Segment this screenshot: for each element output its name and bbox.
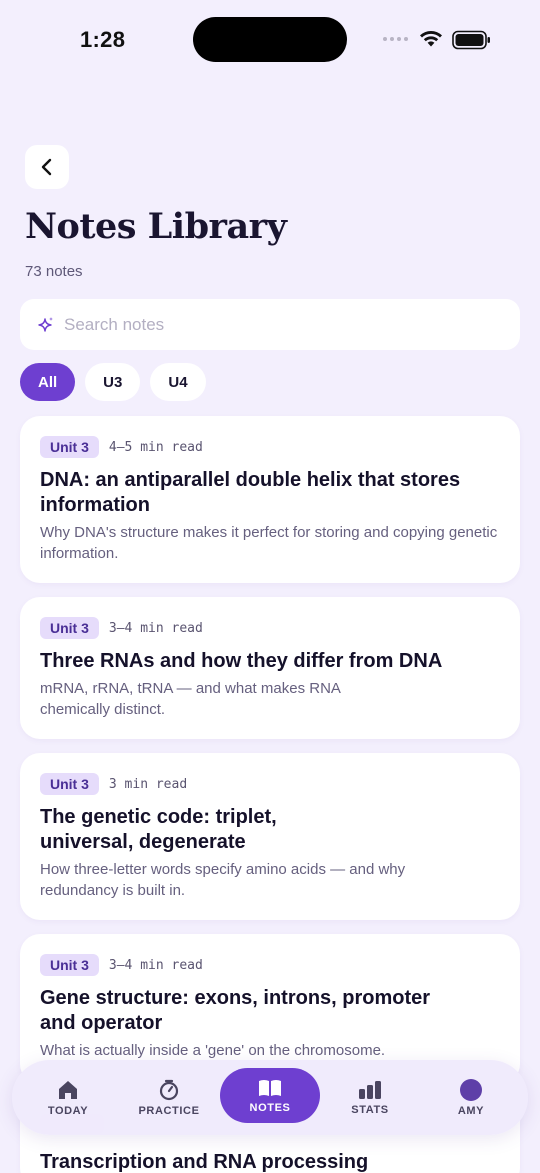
note-description: What is actually inside a 'gene' on the …: [40, 1042, 386, 1059]
battery-icon: [452, 30, 490, 50]
page-title: Notes Library: [25, 206, 287, 247]
filter-chips: All U3 U4: [20, 363, 206, 401]
tab-notes[interactable]: NOTES: [220, 1068, 320, 1123]
read-time: 3 min read: [108, 776, 188, 792]
read-time: 4–5 min read: [108, 439, 203, 455]
chevron-left-icon: [41, 158, 52, 176]
filter-chip-u4[interactable]: U4: [150, 363, 206, 401]
read-time: 3–4 min read: [108, 957, 203, 973]
note-title: Transcription and RNA processing: [40, 1151, 369, 1173]
note-title: Gene structure: exons, introns, promoter…: [40, 987, 431, 1034]
notes-count: 73 notes: [25, 263, 83, 280]
note-card[interactable]: Unit 3 4–5 min read DNA: an antiparallel…: [20, 416, 520, 583]
wifi-icon: [420, 30, 442, 47]
filter-chip-u3[interactable]: U3: [85, 363, 141, 401]
search-input[interactable]: [64, 314, 484, 335]
bar-chart-icon: [359, 1080, 381, 1099]
unit-badge: Unit 3: [40, 954, 99, 976]
dynamic-island: [193, 17, 347, 62]
unit-badge: Unit 3: [40, 773, 99, 795]
status-time: 1:28: [80, 27, 126, 52]
note-card[interactable]: Unit 3 3 min read The genetic code: trip…: [20, 753, 520, 920]
timer-icon: [159, 1079, 179, 1100]
note-title: Three RNAs and how they differ from DNA: [40, 650, 443, 672]
tab-label: TODAY: [47, 1104, 89, 1117]
sparkle-icon: [38, 316, 53, 332]
tab-label: NOTES: [249, 1101, 291, 1114]
note-title: DNA: an antiparallel double helix that s…: [40, 469, 461, 516]
unit-badge: Unit 3: [40, 617, 99, 639]
tab-practice[interactable]: PRACTICE: [130, 1060, 208, 1135]
book-icon: [259, 1079, 281, 1096]
note-card[interactable]: Unit 3 3–4 min read Three RNAs and how t…: [20, 597, 520, 739]
tab-label: STATS: [351, 1103, 389, 1116]
tab-today[interactable]: TODAY: [32, 1060, 104, 1135]
tab-bar: TODAY PRACTICE NOTES STATS AMY: [12, 1060, 528, 1135]
search-bar[interactable]: [20, 299, 520, 350]
note-description: Why DNA's structure makes it perfect for…: [40, 524, 498, 562]
tab-amy[interactable]: AMY: [436, 1060, 506, 1135]
note-description: How three-letter words specify amino aci…: [40, 861, 406, 899]
note-description: mRNA, rRNA, tRNA — and what makes RNA ch…: [40, 680, 341, 718]
signal-icon: [383, 37, 408, 41]
tab-label: AMY: [457, 1104, 485, 1117]
status-bar: 1:28: [0, 0, 540, 80]
avatar-icon: [460, 1078, 482, 1101]
home-icon: [59, 1080, 77, 1099]
tab-label: PRACTICE: [138, 1104, 200, 1117]
filter-chip-all[interactable]: All: [20, 363, 76, 401]
note-title: The genetic code: triplet, universal, de…: [40, 806, 277, 853]
read-time: 3–4 min read: [108, 620, 203, 636]
back-button[interactable]: [25, 145, 69, 189]
unit-badge: Unit 3: [40, 436, 99, 458]
tab-stats[interactable]: STATS: [334, 1060, 406, 1135]
